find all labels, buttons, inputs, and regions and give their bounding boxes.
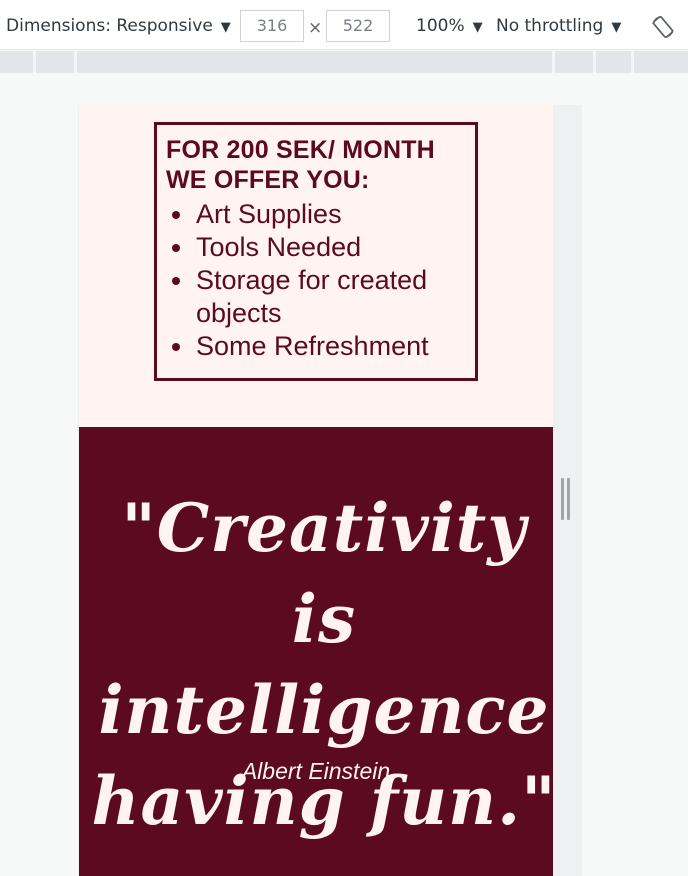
offer-title: FOR 200 SEK/ MONTH WE OFFER YOU:: [166, 136, 435, 194]
list-item: Some Refreshment: [166, 330, 465, 363]
chevron-down-icon: ▼: [611, 20, 622, 35]
offer-section: FOR 200 SEK/ MONTH WE OFFER YOU: Art Sup…: [79, 105, 553, 427]
times-symbol: ×: [308, 18, 323, 38]
device-toolbar: Dimensions: Responsive ▼ 316 × 522 100% ▼ …: [0, 0, 688, 50]
ruler-divider: [552, 51, 555, 73]
zoom-dropdown[interactable]: 100% ▼: [416, 16, 483, 36]
media-query-bar[interactable]: [0, 51, 688, 73]
zoom-label: 100%: [416, 16, 465, 36]
offer-list: Art Supplies Tools Needed Storage for cr…: [166, 198, 465, 363]
throttling-dropdown[interactable]: No throttling ▼: [496, 16, 621, 36]
ruler-divider: [33, 51, 36, 73]
page-viewport: FOR 200 SEK/ MONTH WE OFFER YOU: Art Sup…: [79, 105, 553, 876]
list-item: Tools Needed: [166, 231, 465, 264]
quote-author: Albert Einstein: [241, 758, 391, 784]
dimensions-dropdown[interactable]: Dimensions: Responsive ▼: [6, 16, 231, 36]
throttling-label: No throttling: [496, 16, 604, 36]
width-input[interactable]: 316: [240, 10, 304, 42]
rotate-icon[interactable]: [650, 14, 676, 40]
viewport-resize-handle[interactable]: [561, 478, 571, 520]
list-item: Storage for created objects: [166, 264, 465, 330]
list-item: Art Supplies: [166, 198, 465, 231]
chevron-down-icon: ▼: [220, 20, 231, 35]
height-input[interactable]: 522: [326, 10, 390, 42]
chevron-down-icon: ▼: [472, 20, 483, 35]
dimensions-label: Dimensions: Responsive: [6, 16, 213, 36]
quote-section: "Creativity is intelligence having fun."…: [79, 427, 553, 876]
offer-box: FOR 200 SEK/ MONTH WE OFFER YOU: Art Sup…: [154, 122, 478, 381]
ruler-divider: [631, 51, 634, 73]
quote-text: "Creativity is intelligence having fun.": [91, 489, 553, 840]
ruler-divider: [74, 51, 77, 73]
ruler-divider: [593, 51, 596, 73]
